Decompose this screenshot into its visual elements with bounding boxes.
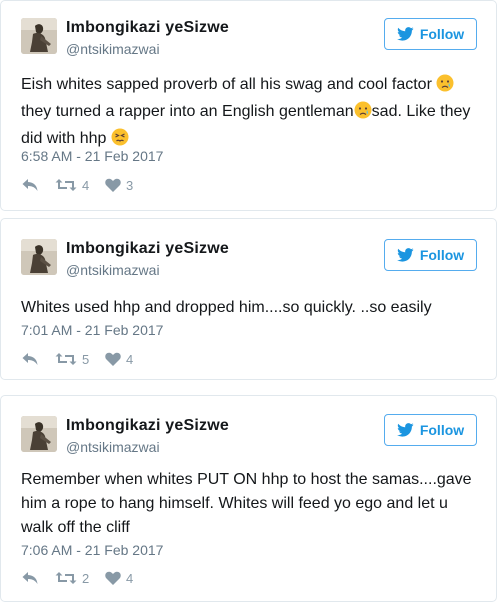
like-button[interactable]: 4 — [105, 352, 133, 367]
follow-label: Follow — [419, 26, 465, 42]
follow-button[interactable]: Follow — [384, 414, 477, 446]
tweet-card: Imbongikazi yeSizwe @ntsikimazwai Follow… — [0, 395, 497, 602]
tweet-card: Imbongikazi yeSizwe @ntsikimazwai Follow… — [0, 218, 497, 380]
timestamp[interactable]: 7:06 AM - 21 Feb 2017 — [21, 542, 163, 558]
timestamp[interactable]: 6:58 AM - 21 Feb 2017 — [21, 148, 163, 164]
like-count: 4 — [126, 351, 134, 367]
follow-button[interactable]: Follow — [384, 239, 477, 271]
crying-face-emoji-icon — [436, 74, 454, 100]
like-count: 3 — [126, 177, 134, 193]
tweet-text: Whites used hhp and dropped him....so qu… — [21, 299, 432, 316]
avatar[interactable] — [21, 18, 57, 54]
reply-icon — [22, 179, 38, 191]
display-name[interactable]: Imbongikazi yeSizwe — [66, 240, 229, 258]
retweet-count: 4 — [82, 177, 90, 193]
twitter-bird-icon — [396, 423, 414, 437]
handle[interactable]: @ntsikimazwai — [66, 41, 160, 57]
retweet-count: 5 — [82, 351, 90, 367]
handle[interactable]: @ntsikimazwai — [66, 262, 160, 278]
like-button[interactable]: 4 — [105, 571, 133, 586]
retweet-count: 2 — [82, 570, 90, 586]
follow-button[interactable]: Follow — [384, 18, 477, 50]
like-count: 4 — [126, 570, 134, 586]
tweet-text: Remember when whites PUT ON hhp to host … — [21, 471, 472, 536]
reply-icon — [22, 572, 38, 584]
retweet-icon — [55, 572, 77, 584]
tweet-actions: 4 3 — [21, 176, 133, 194]
heart-icon — [105, 352, 121, 366]
reply-button[interactable] — [21, 352, 55, 366]
timestamp[interactable]: 7:01 AM - 21 Feb 2017 — [21, 322, 163, 338]
retweet-icon — [55, 179, 77, 191]
reply-button[interactable] — [21, 178, 55, 192]
follow-label: Follow — [419, 247, 465, 263]
follow-label: Follow — [419, 422, 465, 438]
tweet-actions: 2 4 — [21, 569, 133, 587]
display-name[interactable]: Imbongikazi yeSizwe — [66, 19, 229, 37]
avatar[interactable] — [21, 239, 57, 275]
heart-icon — [105, 571, 121, 585]
heart-icon — [105, 178, 121, 192]
handle[interactable]: @ntsikimazwai — [66, 439, 160, 455]
display-name[interactable]: Imbongikazi yeSizwe — [66, 417, 229, 435]
retweet-button[interactable]: 2 — [55, 571, 105, 586]
retweet-button[interactable]: 4 — [55, 178, 105, 193]
retweet-button[interactable]: 5 — [55, 352, 105, 367]
tweet-text: Eish whites sapped proverb of all his sw… — [21, 73, 476, 154]
like-button[interactable]: 3 — [105, 178, 133, 193]
retweet-icon — [55, 353, 77, 365]
reply-button[interactable] — [21, 571, 55, 585]
avatar[interactable] — [21, 416, 57, 452]
twitter-bird-icon — [396, 248, 414, 262]
tweet-actions: 5 4 — [21, 350, 133, 368]
tweet-card: Imbongikazi yeSizwe @ntsikimazwai Follow… — [0, 0, 497, 211]
twitter-bird-icon — [396, 27, 414, 41]
reply-icon — [22, 353, 38, 365]
crying-face-emoji-icon — [354, 101, 372, 127]
